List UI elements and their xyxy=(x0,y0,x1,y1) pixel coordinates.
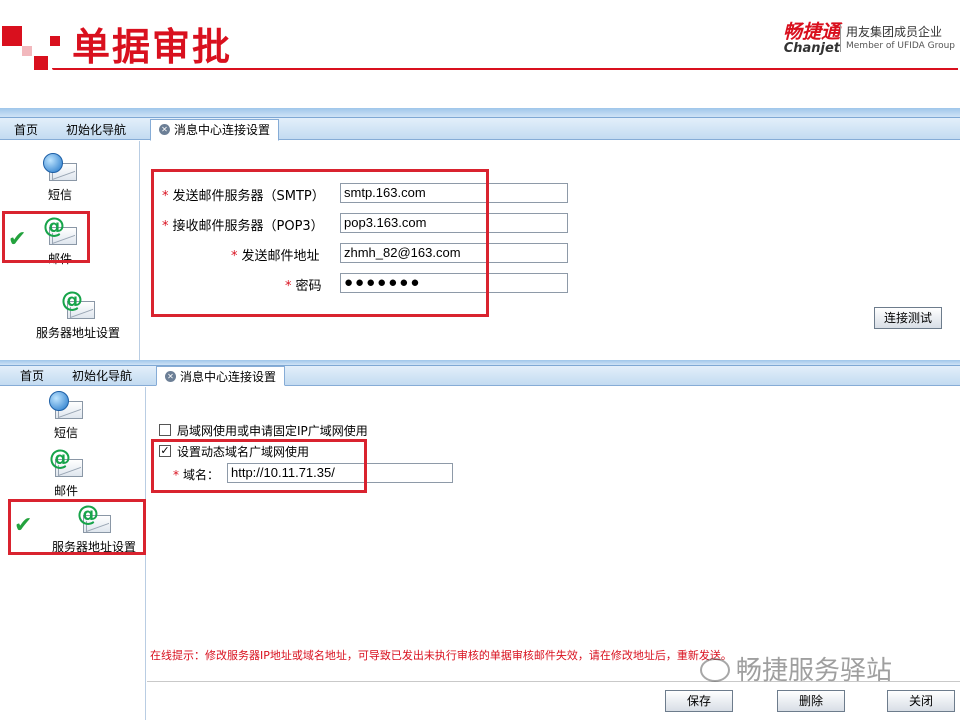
brand-name: 畅捷通 xyxy=(782,21,840,43)
close-tab-icon[interactable]: ✕ xyxy=(165,371,176,382)
highlight-box xyxy=(2,211,90,263)
delete-button[interactable]: 删除 xyxy=(777,690,845,712)
slide-title: 单据审批 xyxy=(72,25,233,69)
sidebar-item-label: 短信 xyxy=(53,426,78,440)
member-cn: 用友集团成员企业 xyxy=(846,25,943,39)
sms-icon xyxy=(47,391,85,423)
save-button[interactable]: 保存 xyxy=(665,690,733,712)
server-address-icon: @ xyxy=(59,289,97,323)
email-icon: @ xyxy=(47,447,85,481)
sidebar-item-server-address[interactable]: @ 服务器地址设置 xyxy=(20,289,136,341)
logo-square xyxy=(22,46,32,56)
wechat-icon xyxy=(700,657,730,682)
connect-test-button[interactable]: 连接测试 xyxy=(874,307,942,329)
logo-square xyxy=(50,36,60,46)
tab-home[interactable]: 首页 xyxy=(6,120,46,140)
sidebar: 短信 ✔ @ 邮件 @ 服务器地址设置 xyxy=(0,141,140,360)
message-center-email-panel: 首页 初始化导航 ✕ 消息中心连接设置 短信 ✔ @ 邮件 @ 服务器地址设置 *… xyxy=(0,108,960,360)
sidebar: 短信 @ 邮件 ✔ @ 服务器地址设置 xyxy=(0,387,146,720)
slide-header: 单据审批 畅捷通 Chanjet 用友集团成员企业 Member of UFID… xyxy=(0,0,960,108)
sidebar-item-label: 短信 xyxy=(47,188,72,202)
sidebar-item-sms[interactable]: 短信 xyxy=(32,153,88,203)
tab-message-center-label: 消息中心连接设置 xyxy=(180,370,277,384)
brand-separator xyxy=(840,24,841,52)
tab-bar: 首页 初始化导航 ✕ 消息中心连接设置 xyxy=(0,366,960,386)
tab-message-center-label: 消息中心连接设置 xyxy=(174,123,271,137)
lan-option-label: 局域网使用或申请固定IP广域网使用 xyxy=(177,424,368,438)
watermark-text: 畅捷服务驿站 xyxy=(736,656,893,686)
tab-message-center[interactable]: ✕ 消息中心连接设置 xyxy=(156,366,286,386)
sms-icon xyxy=(41,153,79,185)
tab-message-center[interactable]: ✕ 消息中心连接设置 xyxy=(150,119,280,141)
header-divider xyxy=(52,68,958,70)
member-text: 用友集团成员企业 Member of UFIDA Group xyxy=(846,25,955,52)
sidebar-item-label: 服务器地址设置 xyxy=(35,326,120,340)
email-settings-form: * 发送邮件服务器（SMTP） smtp.163.com * 接收邮件服务器（POP… xyxy=(141,141,960,360)
tab-home[interactable]: 首页 xyxy=(12,366,52,386)
window-bar xyxy=(0,108,960,118)
brand-logo: 畅捷通 Chanjet xyxy=(750,22,840,56)
tab-bar: 首页 初始化导航 ✕ 消息中心连接设置 xyxy=(0,118,960,141)
member-en: Member of UFIDA Group xyxy=(846,41,956,51)
tab-init-nav[interactable]: 初始化导航 xyxy=(64,366,140,386)
watermark: 畅捷服务驿站 xyxy=(700,650,892,687)
close-tab-icon[interactable]: ✕ xyxy=(159,124,170,135)
logo-square xyxy=(2,26,22,46)
logo-square xyxy=(34,56,48,70)
highlight-box xyxy=(151,169,489,317)
tab-init-nav[interactable]: 初始化导航 xyxy=(58,120,134,140)
highlight-box xyxy=(151,439,367,493)
sidebar-item-label: 邮件 xyxy=(53,484,78,498)
sidebar-item-sms[interactable]: 短信 xyxy=(38,391,94,441)
online-hint: 在线提示：修改服务器IP地址或域名地址，可导致已发出未执行审核的单据审核邮件失效… xyxy=(150,649,732,662)
lan-option-checkbox[interactable] xyxy=(159,424,171,436)
sidebar-item-email[interactable]: @ 邮件 xyxy=(38,447,94,499)
close-button[interactable]: 关闭 xyxy=(887,690,955,712)
highlight-box xyxy=(8,499,146,555)
brand-name-en: Chanjet xyxy=(783,41,840,56)
